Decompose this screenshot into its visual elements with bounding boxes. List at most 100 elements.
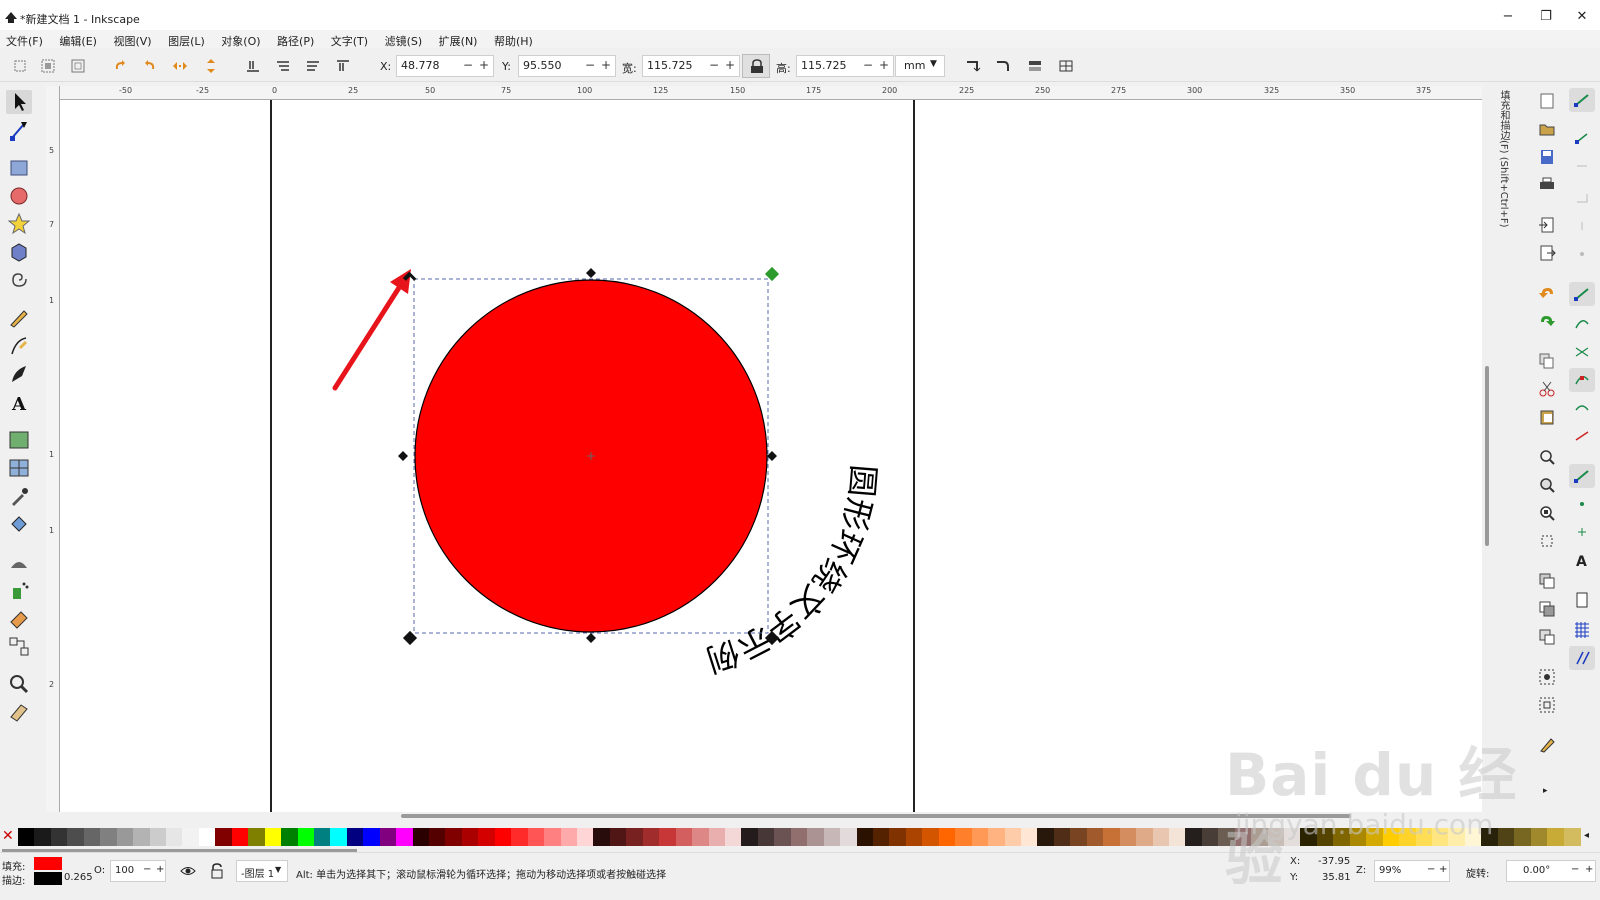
- palette-swatch[interactable]: [1201, 828, 1219, 846]
- palette-swatch[interactable]: [1284, 828, 1302, 846]
- 3d-box-tool-icon[interactable]: [6, 240, 32, 264]
- more-commands-icon[interactable]: ▸: [1543, 786, 1548, 796]
- palette-swatch[interactable]: [1481, 828, 1499, 846]
- minimize-button[interactable]: −: [1490, 6, 1526, 28]
- palette-swatch[interactable]: [1415, 828, 1433, 846]
- palette-swatch[interactable]: [872, 828, 890, 846]
- palette-swatch[interactable]: [313, 828, 331, 846]
- palette-swatch[interactable]: [1563, 828, 1581, 846]
- raise-icon[interactable]: [305, 59, 321, 73]
- palette-swatch[interactable]: [905, 828, 923, 846]
- palette-swatch[interactable]: [297, 828, 315, 846]
- lower-to-bottom-icon[interactable]: [245, 59, 261, 73]
- palette-swatch[interactable]: [1037, 828, 1055, 846]
- snap-guide-icon[interactable]: [1569, 646, 1595, 670]
- palette-swatch[interactable]: [346, 828, 364, 846]
- pen-tool-icon[interactable]: [6, 334, 32, 358]
- palette-swatch[interactable]: [725, 828, 742, 846]
- fill-stroke-dock-tab[interactable]: 填充和描边(F) (Shift+Ctrl+F): [1492, 86, 1516, 236]
- width-increment-button[interactable]: +: [725, 58, 735, 72]
- eraser-tool-icon[interactable]: [6, 606, 32, 630]
- palette-swatch[interactable]: [560, 828, 578, 846]
- palette-swatch[interactable]: [988, 828, 1006, 846]
- palette-swatch[interactable]: [1333, 828, 1351, 846]
- menu-path[interactable]: 路径(P): [271, 30, 314, 49]
- snap-bbox-center-icon[interactable]: [1569, 242, 1595, 266]
- palette-swatch[interactable]: [1267, 828, 1285, 846]
- palette-swatch[interactable]: [281, 828, 299, 846]
- height-input[interactable]: 115.725 − +: [796, 55, 894, 77]
- palette-swatch[interactable]: [1464, 828, 1482, 846]
- y-increment-button[interactable]: +: [601, 58, 611, 72]
- palette-swatch[interactable]: [1053, 828, 1071, 846]
- snap-rotation-center-icon[interactable]: [1569, 520, 1595, 544]
- palette-swatch[interactable]: [83, 828, 101, 846]
- palette-swatch[interactable]: [1530, 828, 1548, 846]
- menu-object[interactable]: 对象(O): [215, 30, 260, 49]
- rotate-input[interactable]: 0.00° − +: [1506, 860, 1596, 882]
- rotate-ccw-icon[interactable]: [112, 59, 128, 73]
- node-tool-icon[interactable]: [6, 118, 32, 142]
- save-icon[interactable]: [1538, 148, 1556, 166]
- menu-filters[interactable]: 滤镜(S): [379, 30, 423, 49]
- horizontal-ruler[interactable]: -50 -25 0 25 50 75 100 125 150 175 200 2…: [46, 86, 1482, 100]
- palette-swatch[interactable]: [840, 828, 858, 846]
- menu-edit[interactable]: 编辑(E): [53, 30, 97, 49]
- snap-midpoint-icon[interactable]: [1569, 424, 1595, 448]
- snap-object-center-icon[interactable]: [1569, 492, 1595, 516]
- ellipse-tool-icon[interactable]: [6, 184, 32, 208]
- spray-tool-icon[interactable]: [6, 578, 32, 602]
- deselect-icon[interactable]: [70, 59, 86, 73]
- y-decrement-button[interactable]: −: [585, 58, 595, 72]
- copy-icon[interactable]: [1538, 352, 1556, 370]
- palette-swatch[interactable]: [100, 828, 118, 846]
- import-icon[interactable]: [1538, 216, 1556, 234]
- print-icon[interactable]: [1538, 176, 1556, 194]
- palette-swatch[interactable]: [1218, 828, 1236, 846]
- palette-swatch[interactable]: [938, 828, 956, 846]
- palette-swatch[interactable]: [1103, 828, 1121, 846]
- palette-swatch[interactable]: [757, 828, 775, 846]
- width-decrement-button[interactable]: −: [709, 58, 719, 72]
- palette-swatch[interactable]: [248, 828, 266, 846]
- gradient-tool-icon[interactable]: [6, 428, 32, 452]
- vertical-scroll-thumb[interactable]: [1485, 366, 1489, 546]
- palette-swatch[interactable]: [1004, 828, 1022, 846]
- pencil-tool-icon[interactable]: [6, 306, 32, 330]
- palette-swatch[interactable]: [511, 828, 529, 846]
- fill-indicator[interactable]: [34, 857, 62, 870]
- undo-icon[interactable]: [1538, 284, 1556, 302]
- flip-horizontal-icon[interactable]: [172, 59, 188, 73]
- palette-swatch[interactable]: [1547, 828, 1565, 846]
- palette-swatch[interactable]: [1349, 828, 1367, 846]
- snap-grid-icon[interactable]: [1569, 618, 1595, 642]
- move-patterns-icon[interactable]: [1058, 59, 1074, 73]
- snap-nodes-icon[interactable]: [1569, 282, 1595, 306]
- snap-smooth-icon[interactable]: [1569, 396, 1595, 420]
- tweak-tool-icon[interactable]: [6, 550, 32, 574]
- ungroup-icon[interactable]: [1538, 696, 1556, 714]
- menu-file[interactable]: 文件(F): [0, 30, 43, 49]
- snap-page-border-icon[interactable]: [1569, 588, 1595, 612]
- palette-swatch[interactable]: [18, 828, 35, 846]
- palette-swatch[interactable]: [1119, 828, 1137, 846]
- palette-swatch[interactable]: [494, 828, 512, 846]
- paint-bucket-tool-icon[interactable]: [6, 512, 32, 536]
- visibility-eye-icon[interactable]: [180, 864, 196, 878]
- no-paint-swatch[interactable]: ✕: [2, 828, 16, 846]
- palette-swatch[interactable]: [445, 828, 463, 846]
- menu-text[interactable]: 文字(T): [325, 30, 368, 49]
- palette-swatch[interactable]: [1514, 828, 1532, 846]
- palette-swatch[interactable]: [1497, 828, 1515, 846]
- palette-swatch[interactable]: [807, 828, 825, 846]
- mesh-tool-icon[interactable]: [6, 456, 32, 480]
- y-input[interactable]: 95.550 − +: [518, 55, 616, 77]
- horizontal-scroll-thumb[interactable]: [401, 814, 1351, 818]
- rotate-cw-icon[interactable]: [142, 59, 158, 73]
- palette-swatch[interactable]: [67, 828, 85, 846]
- palette-swatch[interactable]: [34, 828, 52, 846]
- palette-swatch[interactable]: [1382, 828, 1400, 846]
- palette-swatch[interactable]: [1366, 828, 1384, 846]
- selector-tool-icon[interactable]: [6, 90, 32, 114]
- x-decrement-button[interactable]: −: [463, 58, 473, 72]
